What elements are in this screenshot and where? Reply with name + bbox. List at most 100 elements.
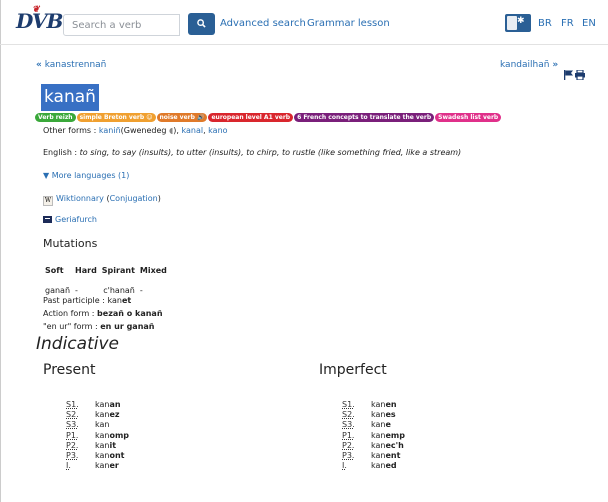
person-label[interactable]: P1. [66,431,84,441]
person-label[interactable]: S3. [66,420,84,430]
mutation-mixed: - [139,285,143,295]
advanced-search-link[interactable]: Advanced search [220,18,306,29]
verb-ending: it [109,440,117,450]
verb-stem: kan [95,440,110,450]
other-form-kano-link[interactable]: kano [208,126,227,135]
conjugation-row: S3. kane [342,420,405,430]
verb-form: kanes [371,410,396,420]
verb-ending: emp [385,430,405,440]
tag-noise-verb[interactable]: noise verb 🔊 [156,113,208,122]
other-form-kanal-link[interactable]: kanal [181,126,203,135]
conjugation-row: P1. kanemp [342,431,405,441]
other-form-note-close: ) [173,126,177,135]
conjugation-row: P2. kanec'h [342,441,405,451]
person-label[interactable]: P3. [66,451,84,461]
lang-br-link[interactable]: BR [538,18,552,29]
lang-en-link[interactable]: EN [582,18,596,29]
tag-simple-breton-verb[interactable]: simple Breton verb ☺ [76,113,156,122]
verb-form: kane [371,420,391,430]
verb-stem: kan [371,430,386,440]
grammar-lesson-link[interactable]: Grammar lesson [307,18,390,29]
verb-stem: kan [371,420,386,430]
verb-stem: kan [95,461,110,471]
search-button[interactable] [188,13,215,35]
verb-ending: es [385,410,396,420]
previous-verb-link[interactable]: « kanastrennañ [36,60,106,70]
print-icon[interactable] [575,70,585,80]
wiktionary-link[interactable]: Wiktionnary [56,194,104,203]
conjugation-row: S2. kanez [66,410,129,420]
verb-tags: Verb reizh simple Breton verb ☺ noise ve… [35,113,502,124]
verb-form: kanent [371,451,400,461]
en-ur-form-line: "en ur" form : en ur ganañ [43,322,154,331]
person-label[interactable]: P1. [342,431,360,441]
conjugation-row: S1. kanan [66,400,129,410]
verb-stem: kan [95,430,110,440]
mutation-header-soft: Soft [45,265,64,275]
mutation-header-hard: Hard [75,265,97,275]
other-forms-label: Other forms : [43,126,97,135]
tag-verb-reizh[interactable]: Verb reizh [35,113,76,122]
past-participle-stem: kan [107,296,122,305]
next-verb-link[interactable]: kandailhañ » [500,60,558,70]
past-participle-label: Past participle : [43,296,105,305]
person-label[interactable]: S1. [342,400,360,410]
mutations-heading: Mutations [43,237,98,250]
verb-ending: ez [109,410,120,420]
site-logo[interactable]: ❦ DVB [16,5,63,33]
person-label[interactable]: S2. [66,410,84,420]
conjugation-row: I. kaned [342,461,405,471]
english-translation: English : to sing, to say (insults), to … [43,148,461,157]
search-input[interactable] [63,14,180,36]
action-form-value: bezañ o kanañ [97,309,163,318]
wiktionary-icon: W [43,196,53,206]
toggle-knob [507,16,517,30]
conjugation-row: P3. kanent [342,451,405,461]
lang-fr-link[interactable]: FR [561,18,574,29]
past-participle-ending: et [121,296,132,305]
imperfect-conjugation: S1. kanen S2. kanes S3. kane P1. kanemp P2. kanec… [342,400,405,471]
conjugation-row: S2. kanes [342,410,405,420]
indicative-heading: Indicative [36,334,119,354]
star-icon: ✱ [517,16,525,26]
flag-icon[interactable] [564,70,573,80]
conjugation-link[interactable]: Conjugation [110,194,158,203]
verb-form: kanec'h [371,441,404,451]
verb-form: kanomp [95,431,129,441]
geriafurch-link[interactable]: Geriafurch [55,215,97,224]
verb-ending: an [109,400,121,409]
verb-ending: e [385,420,391,430]
person-label[interactable]: I. [342,461,360,471]
person-label[interactable]: S1. [66,400,84,410]
verb-form: kanen [371,400,397,410]
verb-ending: ont [109,450,125,460]
verb-ending: ent [385,450,401,460]
verb-ending: ed [385,461,397,471]
action-form-label: Action form : [43,309,95,318]
verb-stem: kan [371,410,386,420]
person-label[interactable]: S2. [342,410,360,420]
other-form-kanin-link[interactable]: kaniñ [99,126,121,135]
en-ur-form-value: en ur ganañ [100,322,155,331]
verb-form: kanit [95,441,116,451]
person-label[interactable]: P2. [66,441,84,451]
verb-title: kanañ [41,84,99,111]
person-label[interactable]: S3. [342,420,360,430]
person-label[interactable]: P3. [342,451,360,461]
person-label[interactable]: P2. [342,441,360,451]
double-right-arrow-icon: » [552,60,559,70]
imperfect-heading: Imperfect [319,362,387,378]
conjugation-row: S3. kan [66,420,129,430]
theme-toggle[interactable]: ✱ [505,14,531,32]
tag-french-concepts[interactable]: 6 French concepts to translate the verb [294,113,435,122]
tag-swadesh-list[interactable]: Swadesh list verb [435,113,502,122]
verb-ending: er [109,461,119,471]
person-label[interactable]: I. [66,461,84,471]
geriafurch-line: Geriafurch [43,215,97,224]
verb-stem: kan [95,450,110,460]
en-ur-form-label: "en ur" form : [43,322,98,331]
more-languages-toggle[interactable]: ▼ More languages (1) [43,171,129,180]
mutation-header-mixed: Mixed [139,265,167,275]
mutations-header-row: Soft Hard Spirant Mixed [43,260,170,280]
tag-european-level-a1[interactable]: european level A1 verb [208,113,294,122]
